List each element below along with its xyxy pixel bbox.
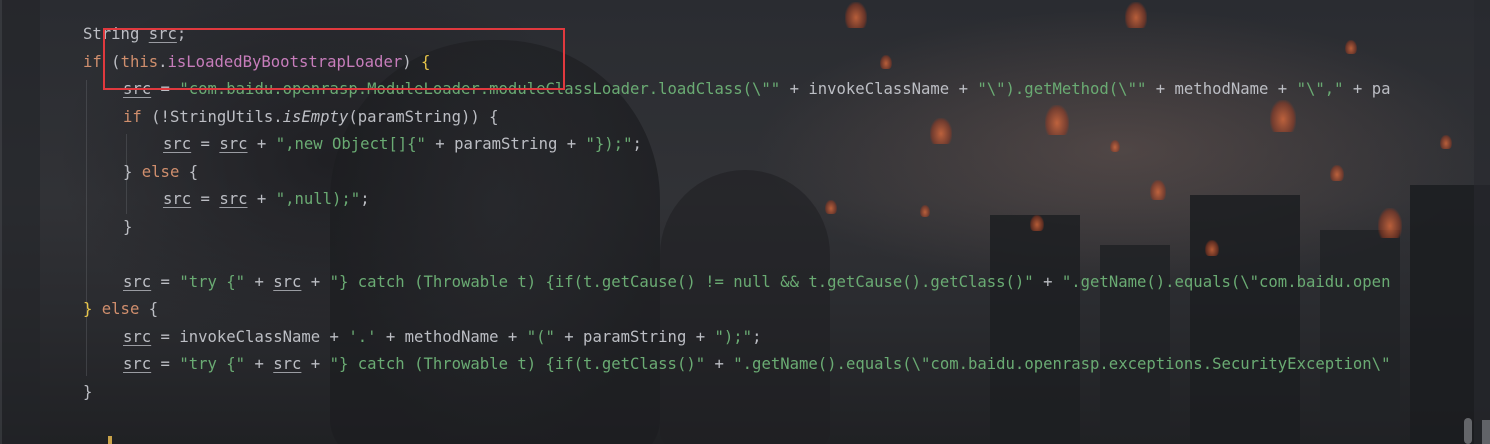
- code-token: =: [191, 135, 220, 153]
- code-token: {: [148, 300, 159, 318]
- code-token: "\").getMethod(\"": [977, 80, 1147, 98]
- code-token: src: [219, 190, 248, 208]
- code-token: src: [123, 273, 152, 291]
- code-token: +: [245, 273, 274, 291]
- code-token: =: [151, 273, 180, 291]
- breakpoint-marker: [108, 436, 112, 444]
- code-token: ".getName().equals(\"com.baidu.openrasp.…: [733, 355, 1391, 373]
- code-line[interactable]: }: [83, 382, 92, 402]
- code-editor[interactable]: String src; if (this.isLoadedByBootstrap…: [0, 0, 1474, 444]
- vertical-scrollbar[interactable]: [1474, 0, 1490, 444]
- code-token: + paramString +: [425, 135, 586, 153]
- code-token: '.': [348, 328, 377, 346]
- code-token: }: [83, 300, 93, 318]
- code-token: "} catch (Throwable t) {if(t.getCause() …: [329, 273, 1034, 291]
- code-token: if: [123, 108, 152, 126]
- code-token: }: [123, 163, 142, 181]
- code-token: =: [151, 355, 180, 373]
- code-token: else: [101, 300, 149, 318]
- code-token: else: [141, 163, 189, 181]
- code-token: "} catch (Throwable t) {if(t.getClass()": [329, 355, 706, 373]
- code-token: ;: [752, 328, 762, 346]
- code-token: + methodName +: [376, 328, 527, 346]
- code-token: "try {": [179, 273, 246, 291]
- code-token: }: [83, 383, 93, 401]
- code-token: ;: [360, 190, 370, 208]
- code-line[interactable]: src = "try {" + src + "} catch (Throwabl…: [123, 272, 1390, 292]
- code-token: isEmpty: [282, 108, 349, 126]
- code-token: = invokeClassName +: [151, 328, 349, 346]
- code-token: + paramString +: [554, 328, 715, 346]
- code-token: ".getName().equals(\"com.baidu.open: [1061, 273, 1391, 291]
- code-token: (!StringUtils.: [151, 108, 283, 126]
- code-token: src: [273, 273, 302, 291]
- code-token: src: [163, 135, 192, 153]
- code-token: + pa: [1343, 80, 1391, 98]
- code-line[interactable]: src = "try {" + src + "} catch (Throwabl…: [123, 354, 1390, 374]
- code-line[interactable]: } else {: [83, 299, 158, 319]
- code-token: src: [219, 135, 248, 153]
- code-line[interactable]: src = invokeClassName + '.' + methodName…: [123, 327, 761, 347]
- code-token: {: [188, 163, 199, 181]
- code-token: +: [705, 355, 734, 373]
- code-token: (paramString)) {: [348, 108, 499, 126]
- code-token: +: [301, 273, 330, 291]
- code-token: + invokeClassName +: [780, 80, 978, 98]
- code-token: ");": [714, 328, 753, 346]
- code-token: +: [301, 355, 330, 373]
- code-token: "try {": [179, 355, 246, 373]
- code-line[interactable]: }: [123, 217, 132, 237]
- code-token: src: [123, 328, 152, 346]
- code-token: "});": [585, 135, 633, 153]
- code-token: ",null);": [275, 190, 361, 208]
- code-token: }: [123, 218, 133, 236]
- code-token: ;: [632, 135, 642, 153]
- code-line[interactable]: } else {: [123, 162, 198, 182]
- code-line[interactable]: src = src + ",new Object[]{" + paramStri…: [163, 134, 642, 154]
- annotation-highlight-box: [103, 28, 565, 90]
- code-token: src: [123, 355, 152, 373]
- code-token: "\",": [1296, 80, 1344, 98]
- code-token: +: [247, 190, 276, 208]
- code-token: =: [191, 190, 220, 208]
- code-token: +: [247, 135, 276, 153]
- vertical-scroll-thumb[interactable]: [1482, 420, 1490, 444]
- code-token: +: [1033, 273, 1062, 291]
- code-token: src: [163, 190, 192, 208]
- code-token: + methodName +: [1146, 80, 1297, 98]
- code-token: src: [273, 355, 302, 373]
- code-line[interactable]: src = src + ",null);";: [163, 189, 370, 209]
- horizontal-scroll-thumb[interactable]: [1464, 418, 1472, 444]
- code-token: +: [245, 355, 274, 373]
- code-token: ",new Object[]{": [275, 135, 426, 153]
- code-line[interactable]: if (!StringUtils.isEmpty(paramString)) {: [123, 107, 499, 127]
- code-token: "(": [526, 328, 555, 346]
- indent-guide: [86, 80, 87, 376]
